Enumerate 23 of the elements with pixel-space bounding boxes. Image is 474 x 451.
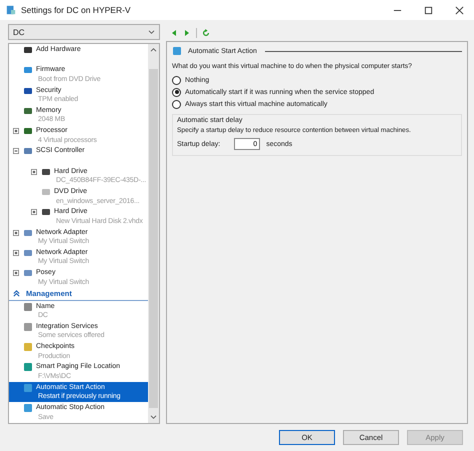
- back-icon[interactable]: [170, 28, 178, 36]
- collapse-icon[interactable]: [13, 148, 19, 154]
- expand-icon[interactable]: [31, 209, 37, 216]
- close-icon[interactable]: [455, 6, 464, 14]
- maximize-icon[interactable]: [424, 6, 433, 14]
- radio-button[interactable]: [172, 100, 181, 108]
- chevron-down-icon: [148, 30, 155, 34]
- scroll-up-icon[interactable]: [150, 47, 157, 52]
- expand-icon[interactable]: [13, 250, 19, 256]
- vm-dropdown[interactable]: DC: [8, 24, 160, 40]
- radio-button[interactable]: [172, 76, 181, 84]
- expand-icon[interactable]: [13, 128, 19, 134]
- radio-button[interactable]: [172, 88, 181, 96]
- collapse-chevrons-icon: [13, 290, 20, 298]
- scroll-down-icon[interactable]: [150, 415, 157, 420]
- window-title: Settings for DC on HYPER-V: [21, 5, 131, 15]
- scrollbar[interactable]: [148, 44, 159, 423]
- settings-app-icon: [6, 5, 16, 15]
- expand-icon[interactable]: [13, 270, 19, 276]
- forward-icon[interactable]: [183, 28, 191, 36]
- refresh-icon[interactable]: [202, 28, 210, 36]
- expand-icon[interactable]: [31, 168, 37, 175]
- expand-icon[interactable]: [13, 230, 19, 236]
